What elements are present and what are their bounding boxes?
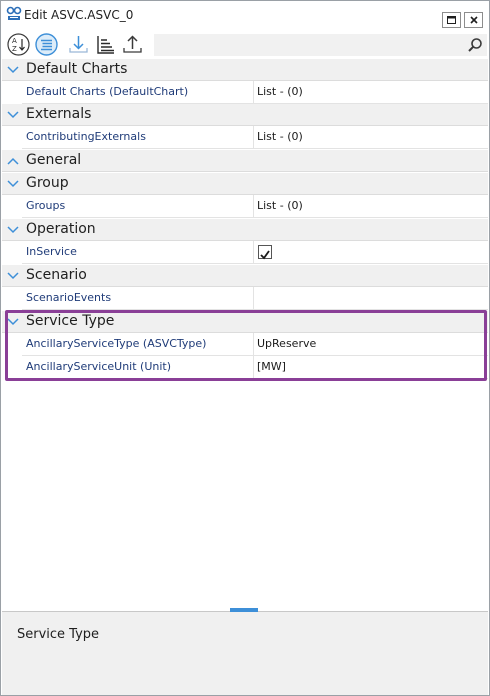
property-row[interactable]: ContributingExternals List - (0) — [22, 126, 488, 149]
property-name: ScenarioEvents — [26, 291, 112, 304]
maximize-button[interactable] — [442, 12, 461, 28]
column-divider — [253, 333, 254, 355]
upload-button[interactable] — [121, 33, 144, 56]
category-group[interactable]: Group — [2, 173, 488, 195]
property-name: InService — [26, 245, 77, 258]
column-divider — [253, 356, 254, 378]
search-box[interactable] — [154, 34, 487, 56]
maximize-icon — [447, 16, 456, 24]
svg-text:Z: Z — [12, 45, 17, 53]
property-row[interactable]: InService — [22, 241, 488, 264]
categorized-icon — [35, 33, 58, 56]
app-icon — [6, 6, 22, 22]
property-name: AncillaryServiceUnit (Unit) — [26, 360, 172, 373]
edit-window: Edit ASVC.ASVC_0 A Z Default Charts Defa… — [0, 0, 490, 696]
column-divider — [253, 241, 254, 263]
svg-text:A: A — [12, 37, 17, 45]
close-icon — [469, 16, 478, 24]
sort-alphabetical-icon: A Z — [7, 33, 30, 56]
category-label: Default Charts — [26, 61, 128, 77]
chevron-down-icon[interactable] — [7, 271, 19, 281]
property-row[interactable]: Default Charts (DefaultChart) List - (0) — [22, 81, 488, 104]
property-row[interactable]: AncillaryServiceUnit (Unit) [MW] — [22, 356, 488, 379]
category-label: Service Type — [26, 313, 115, 329]
property-value[interactable]: List - (0) — [257, 85, 303, 98]
upload-icon — [123, 35, 142, 53]
checkmark-icon — [260, 250, 270, 260]
chevron-down-icon[interactable] — [7, 179, 19, 189]
property-value[interactable]: List - (0) — [257, 199, 303, 212]
search-input[interactable] — [158, 36, 462, 54]
property-name: Groups — [26, 199, 66, 212]
hierarchy-button[interactable] — [94, 33, 117, 56]
category-general[interactable]: General — [2, 150, 488, 172]
window-title: Edit ASVC.ASVC_0 — [24, 8, 134, 22]
property-name: AncillaryServiceType (ASVCType) — [26, 337, 207, 350]
sort-categorized-button[interactable] — [35, 33, 58, 56]
download-icon — [69, 36, 88, 53]
category-label: Group — [26, 175, 69, 191]
title-bar: Edit ASVC.ASVC_0 — [1, 1, 489, 31]
description-title: Service Type — [17, 627, 100, 642]
property-row[interactable]: ScenarioEvents — [22, 287, 488, 310]
property-row[interactable]: AncillaryServiceType (ASVCType) UpReserv… — [22, 333, 488, 356]
property-value[interactable]: List - (0) — [257, 130, 303, 143]
category-label: General — [26, 152, 82, 168]
column-divider — [253, 195, 254, 217]
category-operation[interactable]: Operation — [2, 219, 488, 241]
sort-alphabetical-button[interactable]: A Z — [7, 33, 30, 56]
column-divider — [253, 126, 254, 148]
property-name: ContributingExternals — [26, 130, 146, 143]
chevron-up-icon[interactable] — [7, 156, 19, 166]
property-row[interactable]: Groups List - (0) — [22, 195, 488, 218]
property-value[interactable]: [MW] — [257, 360, 286, 373]
category-label: Externals — [26, 106, 92, 122]
property-grid: Default Charts Default Charts (DefaultCh… — [2, 59, 488, 611]
column-divider — [253, 81, 254, 103]
category-label: Scenario — [26, 267, 87, 283]
download-button[interactable] — [67, 33, 90, 56]
category-label: Operation — [26, 221, 96, 237]
column-divider — [253, 287, 254, 309]
category-externals[interactable]: Externals — [2, 104, 488, 126]
description-pane: Service Type — [2, 612, 488, 695]
hierarchy-icon — [97, 36, 114, 54]
toolbar: A Z — [1, 31, 489, 59]
close-button[interactable] — [464, 12, 483, 28]
category-default-charts[interactable]: Default Charts — [2, 59, 488, 81]
chevron-down-icon[interactable] — [7, 225, 19, 235]
in-service-checkbox[interactable] — [258, 245, 272, 260]
property-name: Default Charts (DefaultChart) — [26, 85, 189, 98]
search-icon[interactable] — [467, 37, 483, 53]
category-service-type[interactable]: Service Type — [2, 311, 488, 333]
chevron-down-icon[interactable] — [7, 110, 19, 120]
category-scenario[interactable]: Scenario — [2, 265, 488, 287]
chevron-down-icon[interactable] — [7, 65, 19, 75]
chevron-down-icon[interactable] — [7, 317, 19, 327]
property-value[interactable]: UpReserve — [257, 337, 316, 350]
